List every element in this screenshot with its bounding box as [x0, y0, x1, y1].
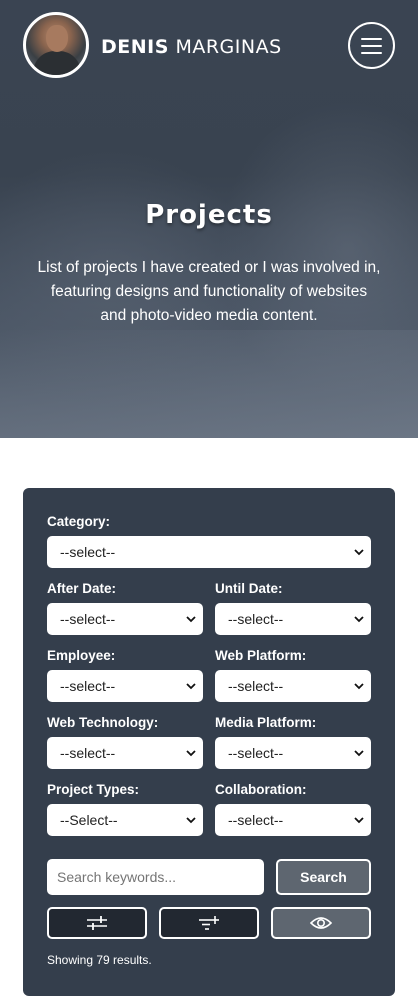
sliders-icon — [87, 916, 107, 930]
page-title: Projects — [145, 200, 273, 230]
hamburger-icon — [361, 37, 382, 40]
project-types-select-value: --Select-- — [60, 812, 118, 828]
filters-button[interactable] — [47, 907, 147, 939]
hamburger-icon — [361, 51, 382, 54]
avatar-head — [46, 25, 68, 52]
hamburger-icon — [361, 44, 382, 47]
web-platform-select[interactable]: --select-- — [215, 670, 371, 702]
brand-logo[interactable]: DENIS MARGINAS — [101, 35, 282, 59]
avatar[interactable] — [23, 12, 89, 78]
web-technology-select-value: --select-- — [60, 745, 116, 761]
eye-icon — [310, 917, 332, 929]
chevron-down-icon — [354, 817, 364, 824]
web-platform-label: Web Platform: — [215, 648, 307, 663]
collaboration-select-value: --select-- — [228, 812, 284, 828]
results-count: Showing 79 results. — [47, 953, 152, 967]
category-label: Category: — [47, 514, 111, 529]
brand-first-name: DENIS — [101, 36, 169, 58]
web-technology-select[interactable]: --select-- — [47, 737, 203, 769]
chevron-down-icon — [354, 750, 364, 757]
category-select[interactable]: --select-- — [47, 536, 371, 568]
view-button[interactable] — [271, 907, 371, 939]
chevron-down-icon — [186, 817, 196, 824]
chevron-down-icon — [354, 683, 364, 690]
category-select-value: --select-- — [60, 544, 116, 560]
media-platform-select[interactable]: --select-- — [215, 737, 371, 769]
sort-button[interactable] — [159, 907, 259, 939]
employee-label: Employee: — [47, 648, 116, 663]
web-technology-label: Web Technology: — [47, 715, 159, 730]
project-types-label: Project Types: — [47, 782, 140, 797]
hero-background-blur — [0, 330, 418, 438]
collaboration-select[interactable]: --select-- — [215, 804, 371, 836]
search-input[interactable] — [47, 859, 264, 895]
employee-select-value: --select-- — [60, 678, 116, 694]
media-platform-select-value: --select-- — [228, 745, 284, 761]
until-date-select[interactable]: --select-- — [215, 603, 371, 635]
employee-select[interactable]: --select-- — [47, 670, 203, 702]
hero-banner: DENIS MARGINAS Projects List of projects… — [0, 0, 418, 438]
chevron-down-icon — [186, 683, 196, 690]
sort-add-icon — [199, 916, 219, 930]
filter-panel: Category: --select-- After Date: --selec… — [23, 488, 395, 996]
menu-button[interactable] — [348, 22, 395, 69]
chevron-down-icon — [186, 750, 196, 757]
avatar-body — [33, 51, 81, 75]
collaboration-label: Collaboration: — [215, 782, 307, 797]
after-date-select-value: --select-- — [60, 611, 116, 627]
after-date-label: After Date: — [47, 581, 117, 596]
search-button[interactable]: Search — [276, 859, 371, 895]
web-platform-select-value: --select-- — [228, 678, 284, 694]
after-date-select[interactable]: --select-- — [47, 603, 203, 635]
until-date-label: Until Date: — [215, 581, 283, 596]
chevron-down-icon — [354, 549, 364, 556]
until-date-select-value: --select-- — [228, 611, 284, 627]
media-platform-label: Media Platform: — [215, 715, 317, 730]
chevron-down-icon — [354, 616, 364, 623]
project-types-select[interactable]: --Select-- — [47, 804, 203, 836]
chevron-down-icon — [186, 616, 196, 623]
brand-last-name: MARGINAS — [175, 36, 282, 58]
page-description: List of projects I have created or I was… — [37, 259, 381, 324]
